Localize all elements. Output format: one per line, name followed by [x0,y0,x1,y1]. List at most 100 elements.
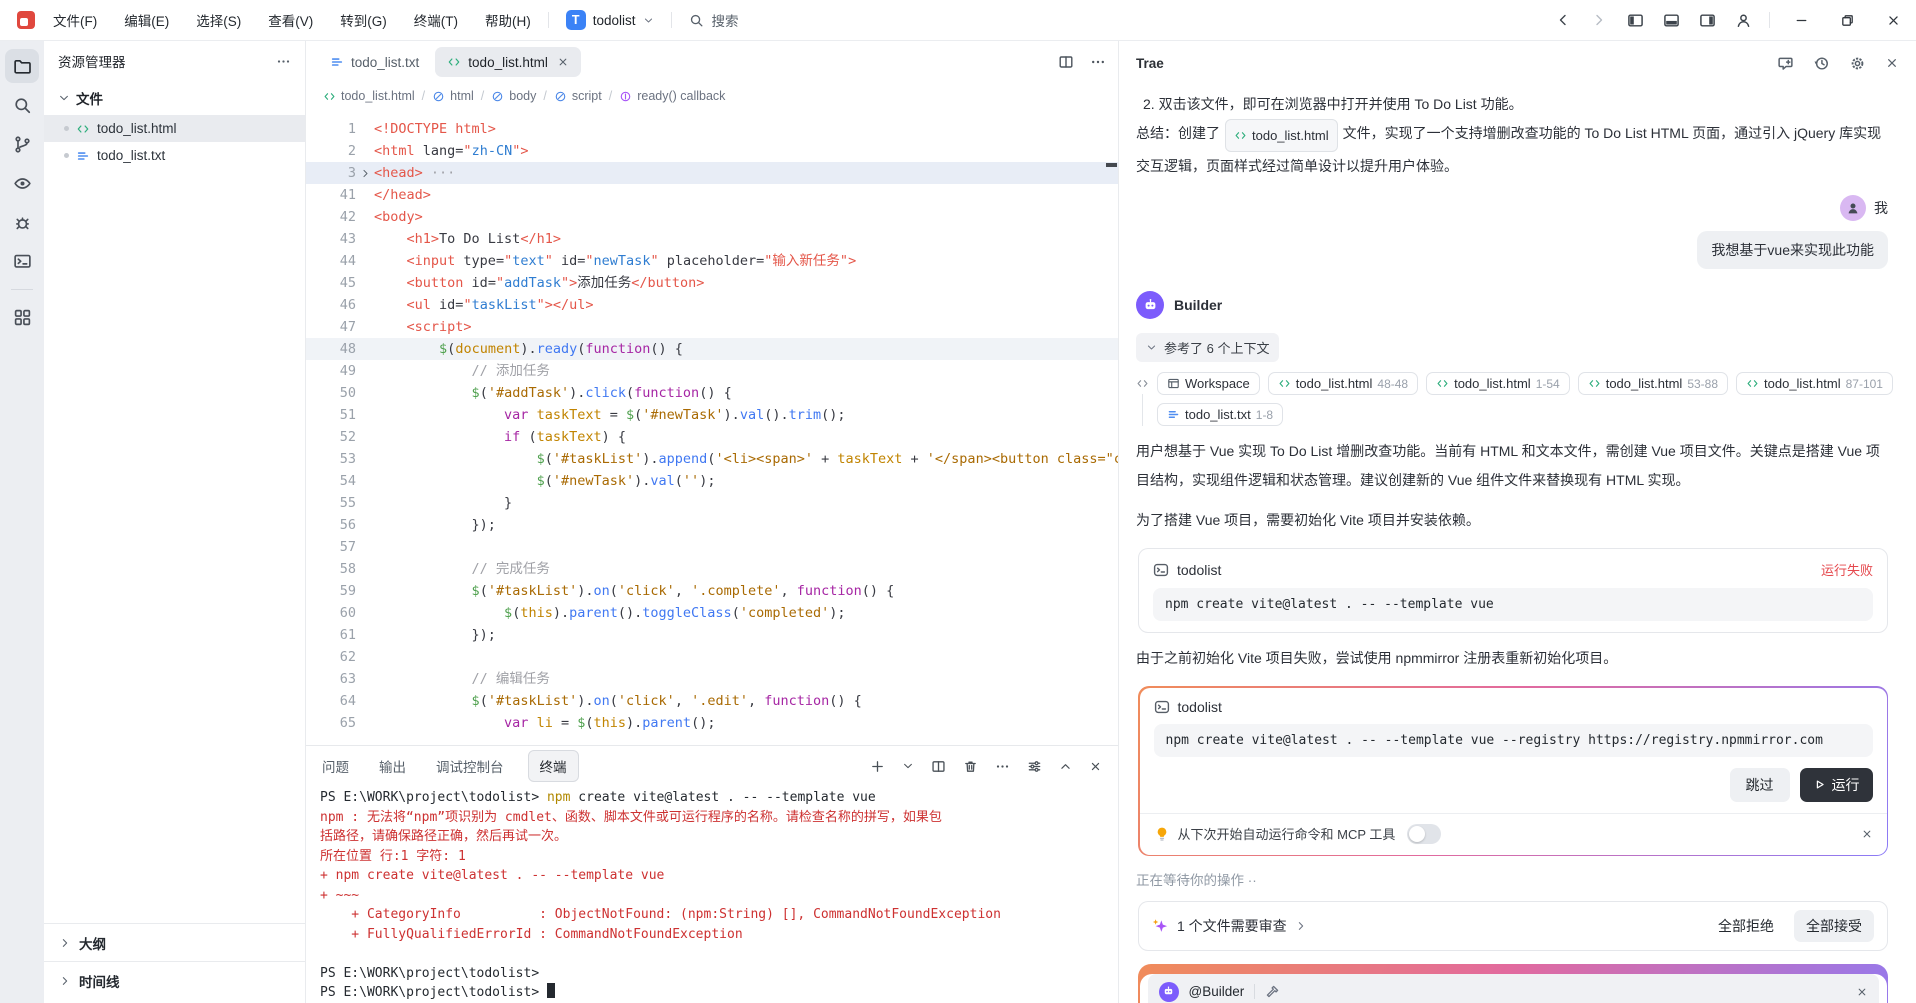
panel-tab-终端[interactable]: 终端 [527,750,579,782]
tab-label: todo_list.txt [351,54,420,70]
fold-column [356,118,374,140]
chip-range: 1-54 [1535,376,1560,391]
line-number: 45 [339,275,356,291]
file-chip[interactable]: todo_list.html [1225,119,1338,152]
file-todo_list.txt[interactable]: todo_list.txt [44,142,305,169]
explorer-icon [13,57,32,76]
accept-all-button[interactable]: 全部接受 [1794,910,1874,942]
fold-column [356,668,374,690]
breadcrumb-html[interactable]: html [432,89,474,103]
close-panel-icon[interactable] [1089,760,1102,773]
activity-explorer[interactable] [5,49,39,83]
menu-终端(T)[interactable]: 终端(T) [414,10,458,30]
context-toggle[interactable]: 参考了 6 个上下文 [1136,333,1280,362]
code-line-42: 42 <body> [306,206,1118,228]
minimize-button[interactable] [1778,0,1824,40]
toggle-right-panel-button[interactable] [1689,0,1725,40]
code-line-53: 53 $('#taskList').append('<li><span>' + … [306,448,1118,470]
menu-文件(F)[interactable]: 文件(F) [53,10,97,30]
chevron-right-icon [59,937,71,949]
activity-bar [0,41,44,1003]
terminal-settings-icon[interactable] [1027,759,1042,774]
menu-选择(S)[interactable]: 选择(S) [196,10,241,30]
chip-label: todo_list.html [1605,376,1683,391]
close-icon[interactable] [1856,986,1868,998]
reject-all-button[interactable]: 全部拒绝 [1706,910,1786,942]
terminal-line: 括路径，请确保路径正确，然后再试一次。 [320,829,568,844]
tools-icon[interactable] [1265,984,1280,999]
activity-apps[interactable] [5,300,39,334]
context-chip-Workspace[interactable]: Workspace [1157,372,1260,395]
split-editor-icon[interactable] [1058,54,1074,70]
context-chip-todo_list.html[interactable]: todo_list.html 87-101 [1736,372,1893,395]
kill-terminal-icon[interactable] [963,759,978,774]
terminal-output[interactable]: PS E:\WORK\project\todolist> npm create … [306,786,1118,1003]
split-terminal-icon[interactable] [931,759,946,774]
close-icon[interactable] [1861,828,1873,840]
maximize-panel-icon[interactable] [1059,760,1072,773]
tab-todo_list.html[interactable]: todo_list.html [435,47,581,77]
context-chip-todo_list.txt[interactable]: todo_list.txt 1-8 [1157,403,1284,426]
editor-actions [1058,54,1106,70]
history-icon[interactable] [1813,55,1830,72]
context-chip-todo_list.html[interactable]: todo_list.html 48-48 [1267,372,1419,395]
toggle-bottom-panel-button[interactable] [1653,0,1689,40]
menu-转到(G)[interactable]: 转到(G) [340,10,387,30]
menu-帮助(H)[interactable]: 帮助(H) [485,10,531,30]
line-number: 46 [339,297,356,313]
forward-button[interactable] [1581,0,1617,40]
panel-tab-输出[interactable]: 输出 [379,756,406,776]
fold-column [356,690,374,712]
code-text: <script> [406,319,472,335]
outline-section[interactable]: 大纲 [44,923,305,961]
context-chip-todo_list.html[interactable]: todo_list.html 1-54 [1426,372,1570,395]
activity-debug[interactable] [5,205,39,239]
builder-avatar [1136,291,1164,319]
code-editor[interactable]: 1 <!DOCTYPE html> 2 <html lang="zh-CN"> 3 <he… [306,109,1118,745]
more-actions-icon[interactable] [276,54,291,69]
assistant-summary: 总结：创建了 todo_list.html 文件，实现了一个支持增删改查功能的 To… [1136,119,1888,181]
activity-search[interactable] [5,88,39,122]
html-file-icon [1278,377,1291,390]
panel-tab-调试控制台[interactable]: 调试控制台 [436,756,504,776]
toggle-left-panel-button[interactable] [1617,0,1653,40]
symbol-icon [491,90,504,103]
skip-button[interactable]: 跳过 [1729,767,1790,802]
new-chat-icon[interactable] [1777,55,1794,72]
terminal-dropdown-icon[interactable] [902,760,914,772]
activity-remote-terminal[interactable] [5,244,39,278]
breadcrumb-ready() callback[interactable]: ready() callback [619,89,725,103]
activity-source-control[interactable] [5,127,39,161]
breadcrumb-todo_list.html[interactable]: todo_list.html [323,89,415,103]
chip-range: 53-88 [1687,376,1719,391]
panel-tab-问题[interactable]: 问题 [322,756,349,776]
more-actions-icon[interactable] [995,759,1010,774]
run-button[interactable]: 运行 [1799,767,1873,802]
close-icon[interactable] [1885,56,1899,70]
breadcrumb-body[interactable]: body [491,89,536,103]
menu-编辑(E)[interactable]: 编辑(E) [124,10,169,30]
close-tab-icon[interactable] [557,56,569,68]
new-terminal-icon[interactable] [870,759,885,774]
breadcrumb-script[interactable]: script [554,89,602,103]
auto-run-toggle[interactable] [1407,823,1442,844]
more-actions-icon[interactable] [1090,54,1106,70]
global-search[interactable]: 搜索 [689,10,739,30]
gear-icon[interactable] [1849,55,1866,72]
close-window-button[interactable] [1870,0,1916,40]
file-todo_list.html[interactable]: todo_list.html [44,115,305,142]
menu-查看(V)[interactable]: 查看(V) [268,10,313,30]
fold-chevron-icon[interactable] [356,162,374,184]
trae-chat-panel: Trae 2. 双击该文件，即可在浏览器中打开并使用 To Do List 功能… [1118,41,1916,1003]
context-chip-todo_list.html[interactable]: todo_list.html 53-88 [1577,372,1729,395]
account-button[interactable] [1725,0,1761,40]
back-button[interactable] [1545,0,1581,40]
files-section-header[interactable]: 文件 [44,81,305,115]
restore-button[interactable] [1824,0,1870,40]
tab-todo_list.txt[interactable]: todo_list.txt [318,47,431,77]
timeline-section[interactable]: 时间线 [44,961,305,999]
code-text: <html lang="zh-CN"> [374,143,529,159]
activity-preview[interactable] [5,166,39,200]
project-switcher[interactable]: T todolist [565,10,654,30]
